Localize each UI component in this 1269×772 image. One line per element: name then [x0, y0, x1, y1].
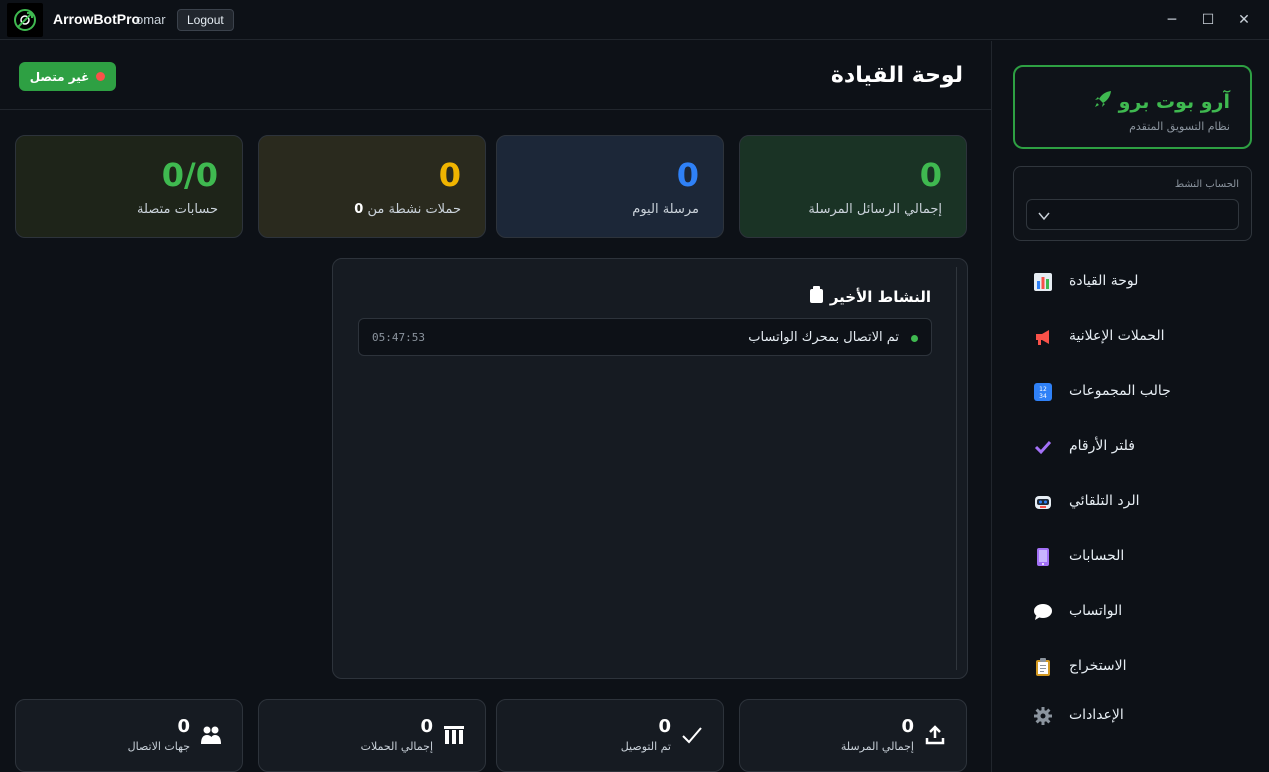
stat-label: إجمالي الرسائل المرسلة [808, 202, 942, 217]
brand-subtitle: نظام التسويق المتقدم [1129, 120, 1230, 133]
recent-activity-panel: النشاط الأخير تم الاتصال بمحرك الواتساب … [332, 258, 968, 679]
title-bar: ArrowBotPro omar Logout ─ ☐ ✕ [0, 0, 1269, 40]
connection-status-badge[interactable]: غير متصل [19, 62, 116, 91]
stat-card-active-campaigns: 0 حملات نشطة من 0 [258, 135, 486, 238]
svg-text:34: 34 [1039, 393, 1047, 400]
check-icon [681, 724, 703, 746]
gear-icon [1033, 706, 1053, 726]
stat-value: 0 [919, 156, 942, 194]
maximize-button[interactable]: ☐ [1198, 10, 1218, 30]
status-label: غير متصل [29, 69, 90, 84]
nav-label: الحسابات [1069, 548, 1125, 564]
main-content: لوحة القيادة غير متصل 0 إجمالي الرسائل ا… [0, 41, 991, 772]
upload-icon [924, 724, 946, 746]
bottom-card-total-sent: 0 إجمالي المرسلة [739, 699, 967, 772]
nav-item-settings[interactable]: الإعدادات [1013, 696, 1252, 736]
robot-icon [1033, 492, 1053, 512]
activity-title: النشاط الأخير [809, 286, 931, 307]
clipboard-icon [809, 286, 824, 307]
bottom-card-delivered: 0 تم التوصيل [496, 699, 724, 772]
nav-label: الحملات الإعلانية [1069, 328, 1165, 344]
stat-value: 0 [438, 156, 461, 194]
nav-item-group-grabber[interactable]: 12 34 جالب المجموعات [1013, 372, 1252, 412]
stat-label-text: حملات نشطة من [367, 202, 461, 217]
activity-item: تم الاتصال بمحرك الواتساب 05:47:53 [358, 318, 932, 356]
clipboard-icon [1033, 657, 1053, 677]
stat-label-number: 0 [354, 202, 364, 217]
nav-item-number-filter[interactable]: فلتر الأرقام [1013, 427, 1252, 467]
logout-button[interactable]: Logout [177, 9, 234, 31]
chevron-down-icon [1037, 208, 1051, 222]
speech-bubble-icon [1033, 602, 1053, 622]
bottom-card-total-campaigns: 0 إجمالي الحملات [258, 699, 486, 772]
bottom-card-contacts: 0 جهات الاتصال [15, 699, 243, 772]
activity-status-dot [911, 335, 918, 342]
nav-item-auto-reply[interactable]: الرد التلقائي [1013, 482, 1252, 522]
nav-item-extraction[interactable]: الاستخراج [1013, 647, 1252, 687]
activity-scrollbar[interactable] [956, 267, 957, 670]
active-account-box: الحساب النشط [1013, 166, 1252, 241]
bottom-card-value: 0 [177, 716, 190, 737]
activity-text: تم الاتصال بمحرك الواتساب [748, 330, 899, 345]
nav-item-dashboard[interactable]: لوحة القيادة [1013, 262, 1252, 302]
bottom-card-label: إجمالي الحملات [360, 740, 433, 753]
stat-value: 0 [676, 156, 699, 194]
bottom-card-label: جهات الاتصال [127, 740, 190, 753]
page-header: لوحة القيادة غير متصل [0, 41, 991, 110]
sidebar: آرو بوت برو نظام التسويق المتقدم الحساب … [991, 41, 1269, 772]
nav-item-whatsapp[interactable]: الواتساب [1013, 592, 1252, 632]
bottom-card-value: 0 [901, 716, 914, 737]
nav-label: الإعدادات [1069, 707, 1124, 723]
activity-title-text: النشاط الأخير [829, 287, 931, 306]
brand-title-text: آرو بوت برو [1118, 90, 1230, 113]
stat-card-connected-accounts: 0/0 حسابات متصلة [15, 135, 243, 238]
chart-icon [1033, 272, 1053, 292]
check-mark-icon [1033, 437, 1053, 457]
nav-label: الاستخراج [1069, 658, 1127, 674]
brand-title: آرو بوت برو [1093, 89, 1230, 114]
app-window: ArrowBotPro omar Logout ─ ☐ ✕ لوحة القيا… [0, 0, 1269, 772]
brand-box: آرو بوت برو نظام التسويق المتقدم [1013, 65, 1252, 149]
stat-label: حملات نشطة من 0 [354, 202, 461, 217]
users-icon [200, 724, 222, 746]
bottom-card-value: 0 [658, 716, 671, 737]
nav-label: لوحة القيادة [1069, 273, 1139, 289]
bars-icon [443, 724, 465, 746]
app-logo-icon [7, 3, 43, 37]
account-label: الحساب النشط [1174, 179, 1239, 190]
user-name: omar [136, 12, 166, 27]
nav-label: فلتر الأرقام [1069, 438, 1135, 454]
activity-time: 05:47:53 [372, 331, 425, 344]
close-button[interactable]: ✕ [1234, 10, 1254, 30]
status-dot-icon [96, 72, 106, 81]
stat-label: مرسلة اليوم [632, 202, 699, 217]
stat-label: حسابات متصلة [137, 202, 218, 217]
bottom-card-value: 0 [420, 716, 433, 737]
nav-label: جالب المجموعات [1069, 383, 1171, 399]
stat-value: 0/0 [161, 156, 218, 194]
phone-icon [1033, 547, 1053, 567]
nav-label: الرد التلقائي [1069, 493, 1140, 509]
bottom-card-label: تم التوصيل [620, 740, 671, 753]
page-title: لوحة القيادة [830, 63, 963, 88]
nav-item-accounts[interactable]: الحسابات [1013, 537, 1252, 577]
svg-text:12: 12 [1039, 386, 1047, 393]
megaphone-icon [1033, 327, 1053, 347]
numbers-icon: 12 34 [1033, 382, 1053, 402]
minimize-button[interactable]: ─ [1162, 10, 1182, 30]
stat-card-total-sent: 0 إجمالي الرسائل المرسلة [739, 135, 967, 238]
nav-item-campaigns[interactable]: الحملات الإعلانية [1013, 317, 1252, 357]
account-select[interactable] [1026, 199, 1239, 230]
nav-label: الواتساب [1069, 603, 1123, 619]
stat-card-sent-today: 0 مرسلة اليوم [496, 135, 724, 238]
app-name: ArrowBotPro [53, 11, 141, 27]
bottom-card-label: إجمالي المرسلة [840, 740, 914, 753]
rocket-icon [1093, 89, 1113, 114]
